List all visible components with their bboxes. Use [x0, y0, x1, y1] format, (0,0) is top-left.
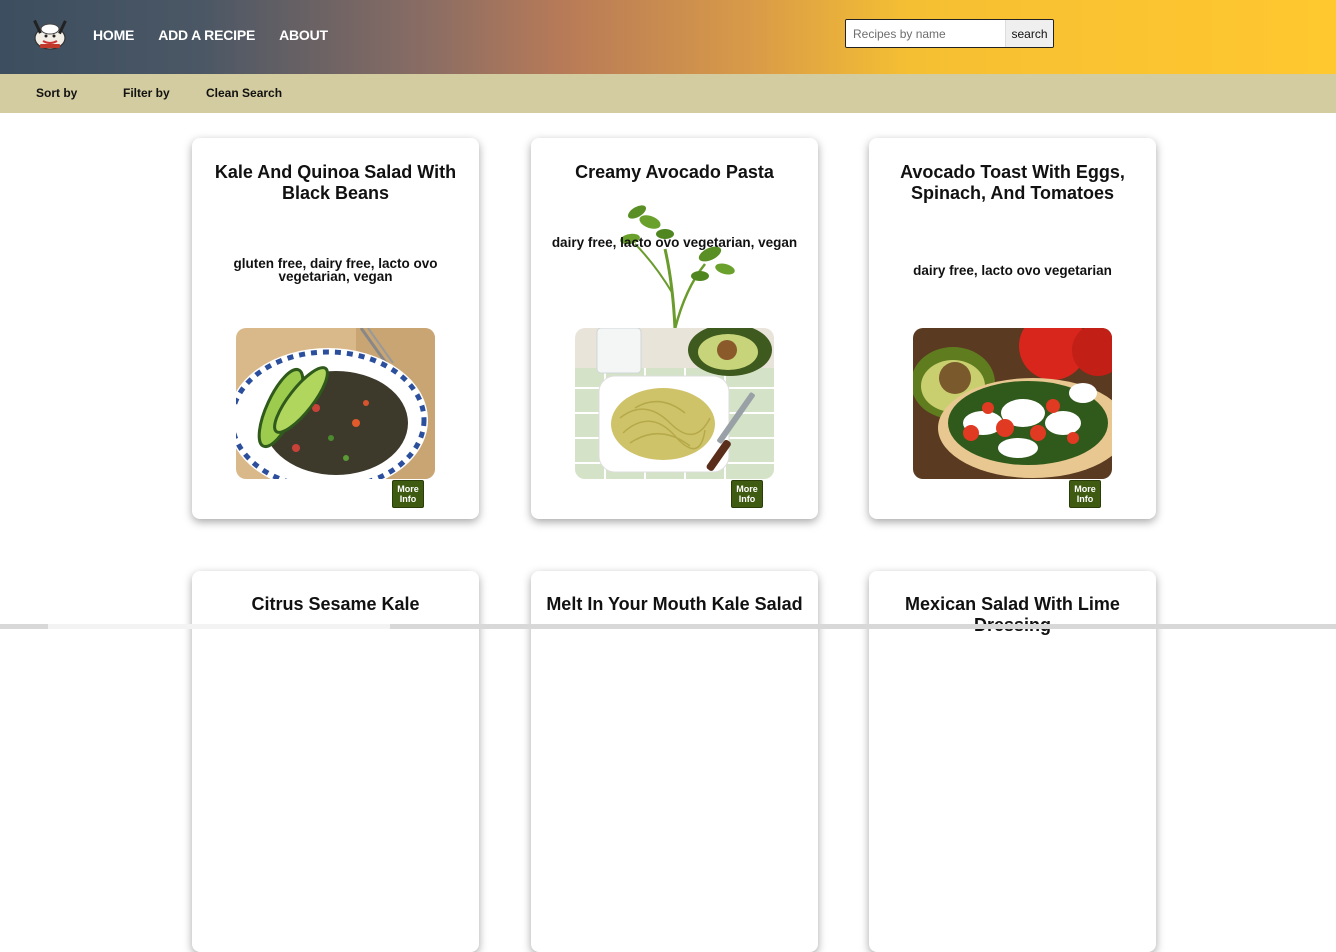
scrollbar-thumb[interactable] — [48, 624, 390, 629]
nav-add-recipe[interactable]: ADD A RECIPE — [158, 27, 255, 43]
recipe-diets: dairy free, lacto ovo vegetarian, vegan — [551, 235, 798, 250]
main-nav: HOME ADD A RECIPE ABOUT — [93, 27, 328, 43]
recipe-card: Creamy Avocado Pasta dairy free, lacto o… — [531, 138, 818, 519]
recipe-photo[interactable] — [236, 328, 435, 479]
recipe-photo[interactable] — [575, 328, 774, 479]
recipe-photo[interactable] — [913, 328, 1112, 479]
sort-by-menu[interactable]: Sort by — [36, 86, 77, 100]
recipe-card: Avocado Toast With Eggs, Spinach, And To… — [869, 138, 1156, 519]
horizontal-scrollbar[interactable] — [0, 624, 1336, 629]
filter-toolbar: Sort by Filter by Clean Search — [0, 74, 1336, 113]
more-info-button[interactable]: More Info — [731, 480, 763, 508]
nav-about[interactable]: ABOUT — [279, 27, 328, 43]
search-box: search — [845, 19, 1054, 48]
search-button[interactable]: search — [1005, 20, 1053, 47]
recipe-card: Kale And Quinoa Salad With Black Beans g… — [192, 138, 479, 519]
recipe-diets: gluten free, dairy free, lacto ovo veget… — [233, 256, 438, 284]
search-input[interactable] — [846, 20, 1005, 47]
recipe-diets: dairy free, lacto ovo vegetarian — [913, 263, 1112, 278]
recipe-title: Avocado Toast With Eggs, Spinach, And To… — [900, 162, 1125, 203]
recipe-title: Creamy Avocado Pasta — [575, 162, 774, 182]
more-info-button[interactable]: More Info — [1069, 480, 1101, 508]
recipe-title: Mexican Salad With Lime Dressing — [905, 594, 1120, 635]
header: HOME ADD A RECIPE ABOUT search — [0, 0, 1336, 74]
nav-home[interactable]: HOME — [93, 27, 134, 43]
parsley-icon — [620, 205, 735, 329]
chef-logo-icon[interactable] — [30, 18, 70, 52]
more-info-button[interactable]: More Info — [392, 480, 424, 508]
recipe-title: Kale And Quinoa Salad With Black Beans — [214, 162, 457, 203]
recipe-title: Melt In Your Mouth Kale Salad — [546, 594, 803, 614]
filter-by-menu[interactable]: Filter by — [123, 86, 170, 100]
recipe-title: Citrus Sesame Kale — [251, 594, 420, 614]
clean-search-button[interactable]: Clean Search — [206, 86, 282, 100]
